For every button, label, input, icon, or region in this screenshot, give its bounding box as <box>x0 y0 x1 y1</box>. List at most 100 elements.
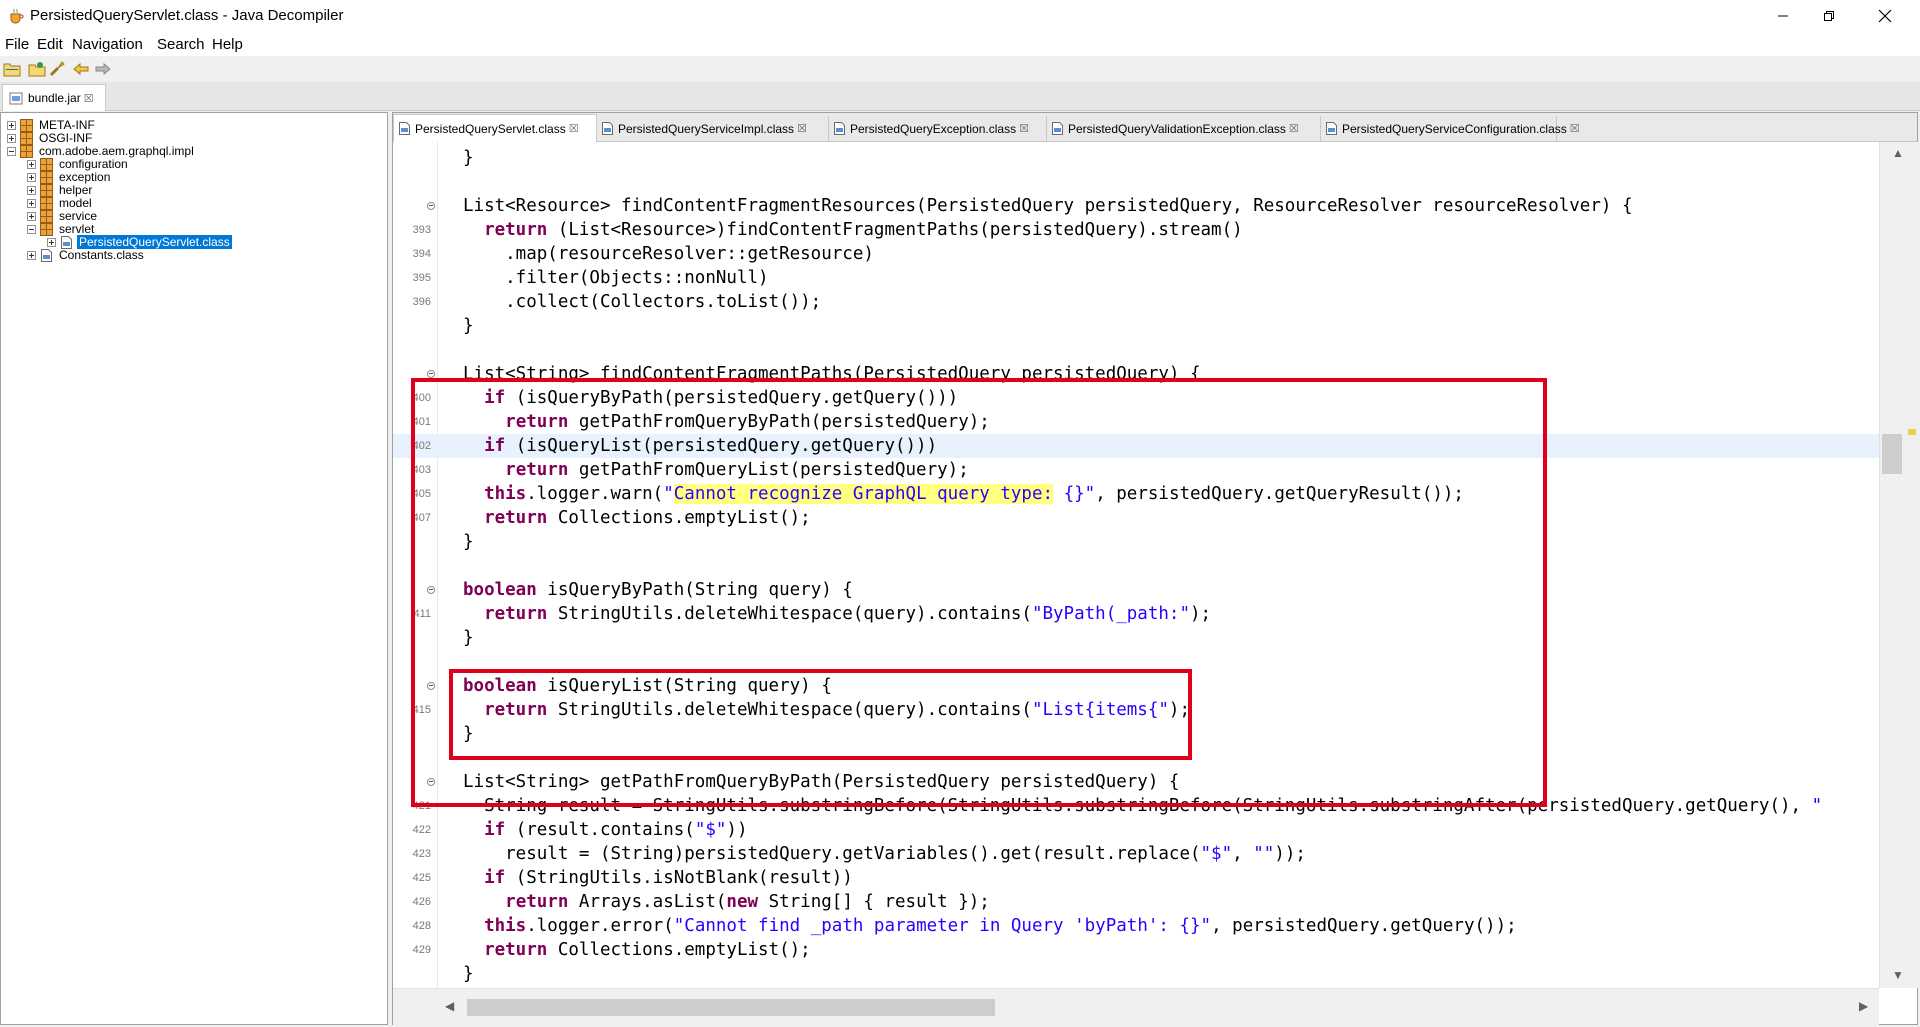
close-tab-icon[interactable]: ☒ <box>1289 122 1299 135</box>
expand-icon[interactable] <box>27 250 36 260</box>
fold-toggle-icon[interactable] <box>427 586 435 594</box>
code-text: boolean isQueryList(String query) { <box>463 674 832 698</box>
fold-toggle-icon[interactable] <box>427 778 435 786</box>
vertical-scrollbar[interactable]: ▲ ▼ <box>1879 142 1918 988</box>
restore-button[interactable] <box>1806 0 1852 32</box>
code-string: "Cannot find _path parameter in Query 'b… <box>673 916 1212 936</box>
fold-toggle-icon[interactable] <box>427 370 435 378</box>
editor-tab-label: PersistedQueryServiceImpl.class <box>618 121 795 136</box>
scroll-right-icon[interactable]: ▶ <box>1859 999 1868 1013</box>
code-keyword: return <box>484 604 548 624</box>
close-tab-icon[interactable]: ☒ <box>569 122 579 135</box>
code-line: 401 return getPathFromQueryByPath(persis… <box>393 410 1879 434</box>
code-line: 396 .collect(Collectors.toList()); <box>393 290 1879 314</box>
code-keyword: this <box>484 484 527 504</box>
code-text: if (isQueryList(persistedQuery.getQuery(… <box>463 434 937 458</box>
code-text: return Collections.emptyList(); <box>463 938 811 962</box>
expand-icon[interactable] <box>27 211 36 221</box>
code-token: List<Resource> findContentFragmentResour… <box>463 196 1633 216</box>
expand-icon[interactable] <box>7 133 16 143</box>
open-file-icon[interactable] <box>3 60 21 78</box>
menu-navigation[interactable]: Navigation <box>72 36 143 53</box>
code-line: 429 return Collections.emptyList(); <box>393 938 1879 962</box>
fold-toggle-icon[interactable] <box>427 202 435 210</box>
expand-icon[interactable] <box>47 237 56 247</box>
code-token: Collections.emptyList(); <box>547 508 811 528</box>
code-text: this.logger.error("Cannot find _path par… <box>463 914 1517 938</box>
line-number: 396 <box>412 296 431 308</box>
expand-icon[interactable] <box>27 185 36 195</box>
code-token: .map(resourceResolver::getResource) <box>463 244 874 264</box>
back-icon[interactable] <box>72 60 90 78</box>
editor-tab[interactable]: PersistedQueryValidationException.class ☒ <box>1047 116 1321 141</box>
tree-node[interactable]: Constants.class <box>27 247 146 263</box>
code-text: if (result.contains("$")) <box>463 818 748 842</box>
tab-label: bundle.jar <box>28 91 81 105</box>
line-number: 407 <box>412 512 431 524</box>
close-tab-icon[interactable]: ☒ <box>797 122 807 135</box>
open-type-icon[interactable] <box>28 60 46 78</box>
minimize-icon <box>1778 15 1788 17</box>
editor-tab[interactable]: PersistedQueryServiceConfiguration.class… <box>1321 116 1580 141</box>
code-line: 415 return StringUtils.deleteWhitespace(… <box>393 698 1879 722</box>
code-line: 407 return Collections.emptyList(); <box>393 506 1879 530</box>
editor-tab[interactable]: PersistedQueryServiceImpl.class ☒ <box>597 116 829 141</box>
code-token: )) <box>726 820 748 840</box>
code-string: " <box>1811 796 1823 816</box>
code-token: , persistedQuery.getQuery()); <box>1211 916 1517 936</box>
line-number: 393 <box>412 224 431 236</box>
editor-tab[interactable]: PersistedQueryServlet.class ☒ <box>393 114 597 142</box>
code-line: 403 return getPathFromQueryList(persiste… <box>393 458 1879 482</box>
code-keyword: if <box>484 388 506 408</box>
menu-help[interactable]: Help <box>212 36 243 53</box>
tab-bundle-jar[interactable]: bundle.jar ☒ <box>2 84 106 111</box>
scroll-up-icon[interactable]: ▲ <box>1892 146 1904 160</box>
fold-toggle-icon[interactable] <box>427 682 435 690</box>
hscroll-thumb[interactable] <box>467 999 995 1016</box>
scroll-thumb[interactable] <box>1882 434 1902 474</box>
class-file-icon <box>399 122 410 135</box>
code-area[interactable]: } List<Resource> findContentFragmentResou… <box>393 142 1879 988</box>
collapse-icon[interactable] <box>27 224 36 234</box>
horizontal-scrollbar[interactable]: ◀ ▶ <box>393 988 1879 1025</box>
expand-icon[interactable] <box>27 172 36 182</box>
close-tab-icon[interactable]: ☒ <box>1570 122 1580 135</box>
menu-edit[interactable]: Edit <box>37 36 63 53</box>
code-text: } <box>463 146 474 170</box>
scroll-left-icon[interactable]: ◀ <box>445 999 454 1013</box>
jar-file-icon <box>9 92 23 105</box>
expand-icon[interactable] <box>27 159 36 169</box>
close-tab-icon[interactable]: ☒ <box>1019 122 1029 135</box>
menu-bar: File Edit Navigation Search Help <box>0 32 1920 56</box>
close-tab-icon[interactable]: ☒ <box>84 92 94 105</box>
collapse-icon[interactable] <box>7 146 16 156</box>
editor-tab[interactable]: PersistedQueryException.class ☒ <box>829 116 1047 141</box>
expand-icon[interactable] <box>27 198 36 208</box>
code-token: } <box>463 532 474 552</box>
code-text: this.logger.warn("Cannot recognize Graph… <box>463 482 1464 506</box>
line-number: 425 <box>412 872 431 884</box>
code-token: .collect(Collectors.toList()); <box>463 292 822 312</box>
search-icon[interactable] <box>48 60 66 78</box>
code-text: return Collections.emptyList(); <box>463 506 811 530</box>
minimize-button[interactable] <box>1760 0 1806 32</box>
code-text: return StringUtils.deleteWhitespace(quer… <box>463 698 1190 722</box>
code-token: (isQueryByPath(persistedQuery.getQuery()… <box>505 388 959 408</box>
close-button[interactable] <box>1862 0 1908 32</box>
menu-search[interactable]: Search <box>157 36 205 53</box>
scroll-down-icon[interactable]: ▼ <box>1892 968 1904 982</box>
menu-file[interactable]: File <box>5 36 29 53</box>
code-editor: PersistedQueryServlet.class ☒ PersistedQue… <box>392 112 1918 1025</box>
code-line: List<String> getPathFromQueryByPath(Pers… <box>393 770 1879 794</box>
expand-icon[interactable] <box>7 120 16 130</box>
forward-icon[interactable] <box>94 60 112 78</box>
code-token: StringUtils.deleteWhitespace(query).cont… <box>547 700 1032 720</box>
line-number: 400 <box>412 392 431 404</box>
